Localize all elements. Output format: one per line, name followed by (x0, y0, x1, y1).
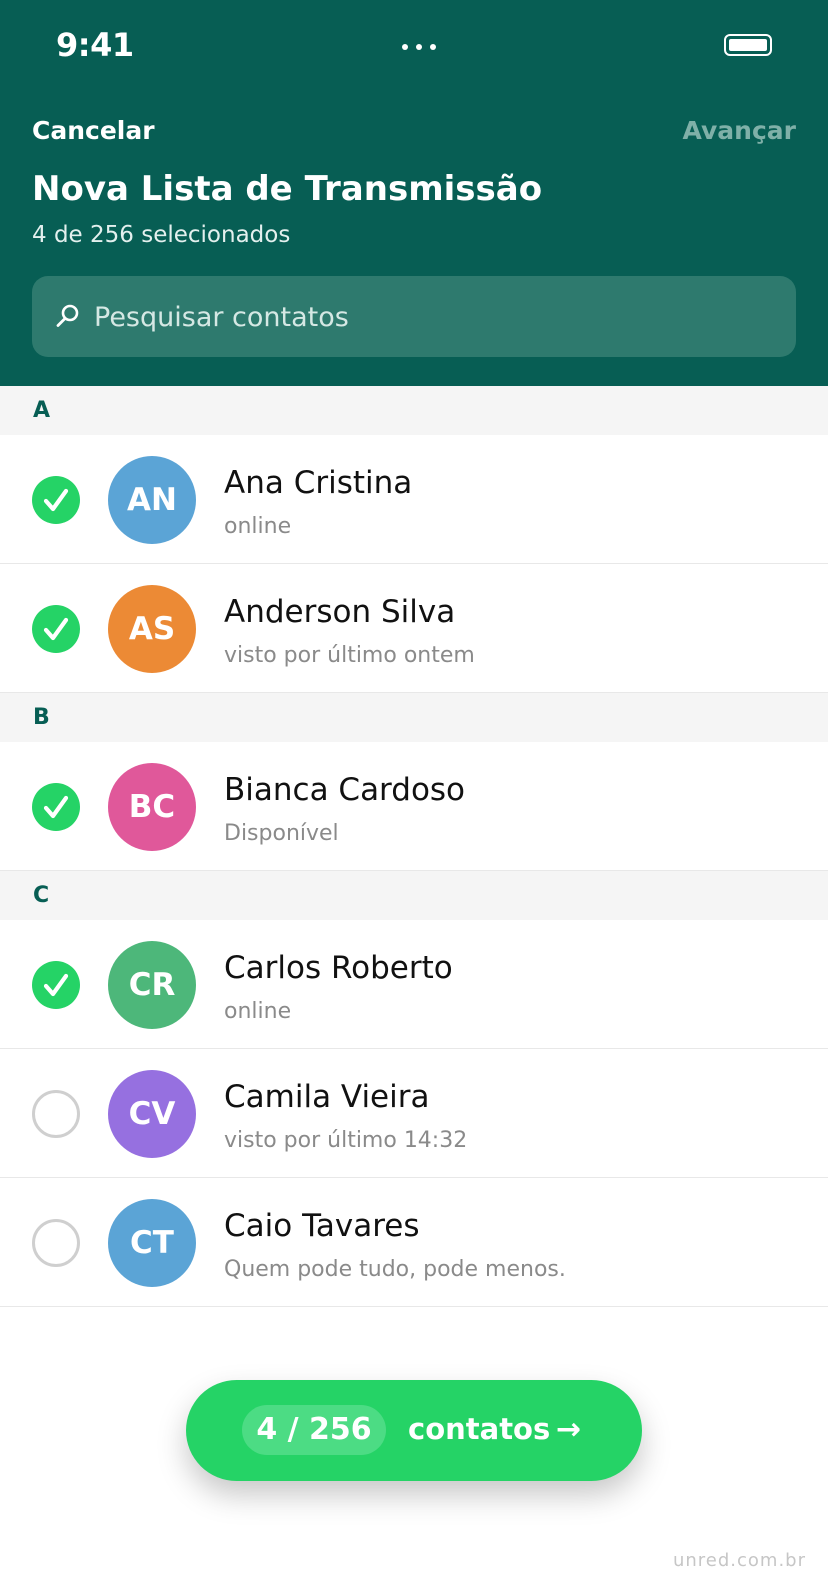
header: 9:41 Cancelar Avançar Nova Lista de Tran… (0, 0, 828, 386)
contact-status: visto por último 14:32 (224, 1128, 468, 1153)
checkbox-checked[interactable] (32, 961, 80, 1009)
contact-status: Quem pode tudo, pode menos. (224, 1257, 566, 1282)
cancel-button[interactable]: Cancelar (32, 116, 155, 145)
search-bar[interactable] (32, 276, 796, 359)
contact-name: Camila Vieira (224, 1079, 430, 1115)
section-header: C (0, 871, 828, 920)
contact-row[interactable]: AS Anderson Silva visto por último ontem (0, 564, 828, 693)
battery-icon (724, 34, 772, 56)
avatar: AS (108, 585, 196, 673)
next-button[interactable]: Avançar (683, 116, 796, 145)
section-header: A (0, 386, 828, 435)
checkbox-checked[interactable] (32, 476, 80, 524)
contact-status: online (224, 514, 292, 539)
contact-name: Anderson Silva (224, 594, 456, 630)
contact-status: Disponível (224, 821, 339, 846)
more-dots-icon (402, 44, 436, 50)
avatar: CR (108, 941, 196, 1029)
selected-count-badge: 4 / 256 (242, 1405, 386, 1455)
avatar: CT (108, 1199, 196, 1287)
contact-name: Bianca Cardoso (224, 772, 466, 808)
avatar: CV (108, 1070, 196, 1158)
fab-label: contatos (408, 1412, 551, 1446)
watermark: unred.com.br (672, 1550, 806, 1571)
section-letter: B (33, 705, 50, 730)
contacts-continue-button[interactable]: 4 / 256 contatos → (186, 1380, 642, 1481)
checkbox-checked[interactable] (32, 605, 80, 653)
contact-row[interactable]: CR Carlos Roberto online (0, 920, 828, 1049)
contact-name: Caio Tavares (224, 1208, 420, 1244)
section-letter: C (33, 883, 50, 908)
checkbox-unchecked[interactable] (32, 1090, 80, 1138)
contact-list: A AN Ana Cristina online AS Anderson Silva vis… (0, 386, 828, 1307)
page-title: Nova Lista de Transmissão (32, 169, 543, 209)
section-letter: A (33, 398, 51, 423)
contact-name: Ana Cristina (224, 465, 413, 501)
contact-row[interactable]: AN Ana Cristina online (0, 435, 828, 564)
avatar: BC (108, 763, 196, 851)
selection-count: 4 de 256 selecionados (32, 222, 291, 248)
search-input[interactable] (92, 276, 776, 359)
avatar: AN (108, 456, 196, 544)
check-icon (43, 617, 69, 641)
section-header: B (0, 693, 828, 742)
contact-row[interactable]: CV Camila Vieira visto por último 14:32 (0, 1049, 828, 1178)
check-icon (43, 973, 69, 997)
checkbox-checked[interactable] (32, 783, 80, 831)
check-icon (43, 795, 69, 819)
contact-name: Carlos Roberto (224, 950, 453, 986)
status-time: 9:41 (56, 26, 134, 64)
contact-status: visto por último ontem (224, 643, 475, 668)
contact-row[interactable]: BC Bianca Cardoso Disponível (0, 742, 828, 871)
check-icon (43, 488, 69, 512)
contact-status: online (224, 999, 292, 1024)
arrow-right-icon: → (556, 1412, 582, 1447)
search-icon (56, 304, 79, 327)
checkbox-unchecked[interactable] (32, 1219, 80, 1267)
contact-row[interactable]: CT Caio Tavares Quem pode tudo, pode menos… (0, 1178, 828, 1307)
